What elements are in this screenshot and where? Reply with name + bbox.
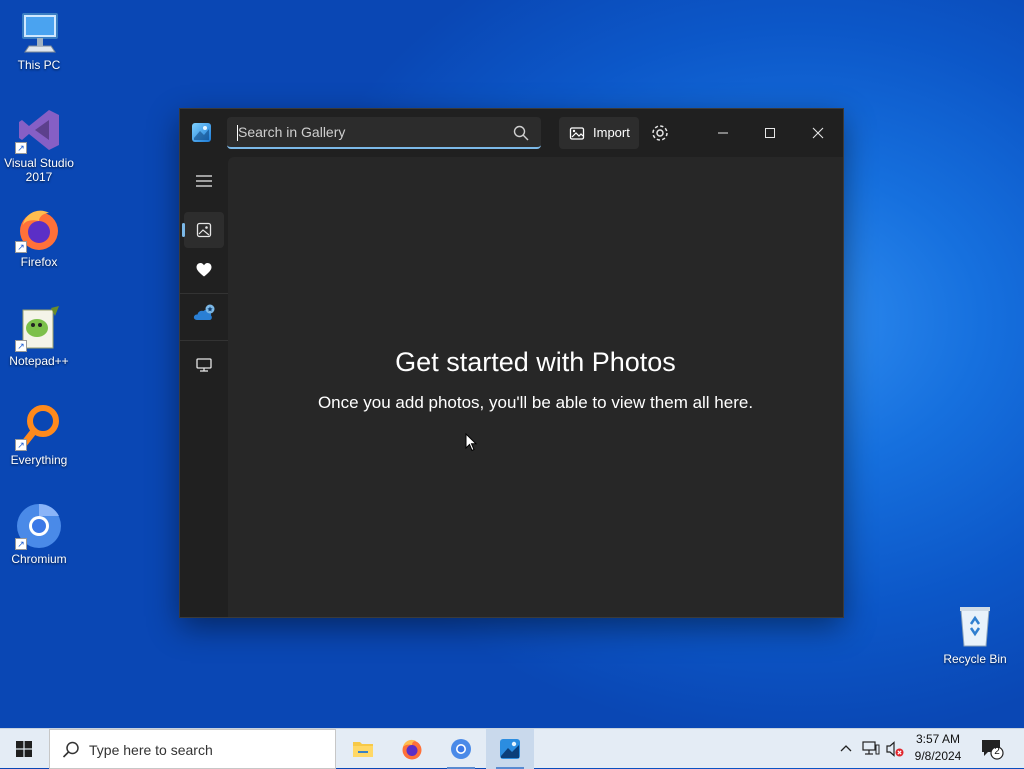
action-center-button[interactable]: 2 xyxy=(980,737,1004,761)
nav-gallery[interactable] xyxy=(182,212,224,248)
menu-toggle-button[interactable] xyxy=(184,163,224,199)
maximize-icon xyxy=(765,128,775,138)
desktop-icon-firefox[interactable]: ↗ Firefox xyxy=(1,205,77,269)
firefox-icon: ↗ xyxy=(15,205,63,253)
empty-state-title: Get started with Photos xyxy=(395,347,676,377)
mouse-pointer-icon xyxy=(465,433,477,452)
empty-state-subtitle: Once you add photos, you'll be able to v… xyxy=(317,393,754,412)
nav-favorites[interactable] xyxy=(184,252,224,288)
system-clock[interactable]: 3:57 AM 9/8/2024 xyxy=(902,731,974,765)
photos-app-icon xyxy=(192,123,211,142)
clock-time: 3:57 AM xyxy=(915,732,961,746)
taskbar-firefox[interactable] xyxy=(388,729,436,769)
notification-count: 2 xyxy=(994,746,1000,757)
taskbar-search-box[interactable]: Type here to search xyxy=(49,729,336,769)
search-icon[interactable] xyxy=(513,125,529,141)
windows-logo-icon xyxy=(16,741,32,757)
desktop-icon-everything[interactable]: ↗ Everything xyxy=(1,403,77,467)
shortcut-arrow-icon: ↗ xyxy=(15,241,27,253)
gallery-content: Get started with Photos Once you add pho… xyxy=(228,157,843,617)
desktop-icon-this-pc[interactable]: This PC xyxy=(1,8,77,72)
visual-studio-icon: ↗ xyxy=(15,106,63,154)
desktop-icon-label: Everything xyxy=(10,453,68,467)
chromium-icon: ↗ xyxy=(15,502,63,550)
everything-search-icon: ↗ xyxy=(15,403,63,451)
photos-app-icon xyxy=(500,739,520,759)
firefox-icon xyxy=(402,739,422,760)
shortcut-arrow-icon: ↗ xyxy=(15,439,27,451)
settings-button[interactable] xyxy=(649,122,671,144)
taskbar-file-explorer[interactable] xyxy=(339,729,387,769)
search-icon xyxy=(62,741,79,758)
cloud-icon xyxy=(193,304,215,320)
desktop-icon-chromium[interactable]: ↗ Chromium xyxy=(1,502,77,566)
taskbar-photos[interactable] xyxy=(486,729,534,769)
shortcut-arrow-icon: ↗ xyxy=(15,340,27,352)
taskbar-chromium[interactable] xyxy=(437,729,485,769)
sidebar-divider xyxy=(180,293,228,294)
folder-icon xyxy=(353,742,373,757)
clock-date: 9/8/2024 xyxy=(914,749,962,763)
taskbar-search-placeholder: Type here to search xyxy=(89,742,213,758)
gallery-search-box[interactable] xyxy=(227,117,541,149)
import-button[interactable]: Import xyxy=(559,117,639,149)
network-icon[interactable] xyxy=(862,741,880,757)
desktop-icon-label: Visual Studio 2017 xyxy=(4,156,74,184)
desktop-icon-visual-studio[interactable]: ↗ Visual Studio 2017 xyxy=(1,106,77,184)
close-button[interactable] xyxy=(795,109,841,157)
import-photos-icon xyxy=(569,127,585,140)
desktop-icon-recycle-bin[interactable]: Recycle Bin xyxy=(937,602,1013,666)
notepadpp-icon: ↗ xyxy=(15,304,63,352)
desktop-icon-label: Firefox xyxy=(20,255,58,269)
nav-this-pc[interactable] xyxy=(184,347,224,383)
recycle-bin-icon xyxy=(951,602,999,650)
desktop-icon-label: This PC xyxy=(17,58,61,72)
nav-onedrive[interactable] xyxy=(184,296,224,332)
computer-icon xyxy=(15,8,63,56)
desktop-icon-label: Chromium xyxy=(11,552,67,566)
chevron-up-icon[interactable] xyxy=(840,743,852,755)
sidebar-divider xyxy=(180,340,228,341)
heart-icon xyxy=(196,263,212,277)
navigation-sidebar xyxy=(180,157,228,617)
minimize-button[interactable] xyxy=(700,109,746,157)
title-bar[interactable]: Import xyxy=(180,109,843,157)
taskbar: Type here to search 3:57 AM 9/8/2024 2 xyxy=(0,728,1024,769)
desktop-icon-notepadpp[interactable]: ↗ Notepad++ xyxy=(1,304,77,368)
shortcut-arrow-icon: ↗ xyxy=(15,538,27,550)
import-label: Import xyxy=(593,125,630,140)
start-button[interactable] xyxy=(0,729,48,769)
gallery-search-input[interactable] xyxy=(238,117,498,147)
photos-window: Import Get s xyxy=(180,109,843,617)
gallery-icon xyxy=(196,222,212,238)
desktop-icon-label: Notepad++ xyxy=(9,354,69,368)
shortcut-arrow-icon: ↗ xyxy=(15,142,27,154)
close-icon xyxy=(812,127,824,139)
gear-icon xyxy=(652,125,668,141)
hamburger-icon xyxy=(196,175,212,187)
chromium-icon xyxy=(451,739,471,759)
minimize-icon xyxy=(718,132,728,134)
maximize-button[interactable] xyxy=(747,109,793,157)
desktop-icon-label: Recycle Bin xyxy=(943,652,1007,666)
monitor-icon xyxy=(196,358,212,372)
